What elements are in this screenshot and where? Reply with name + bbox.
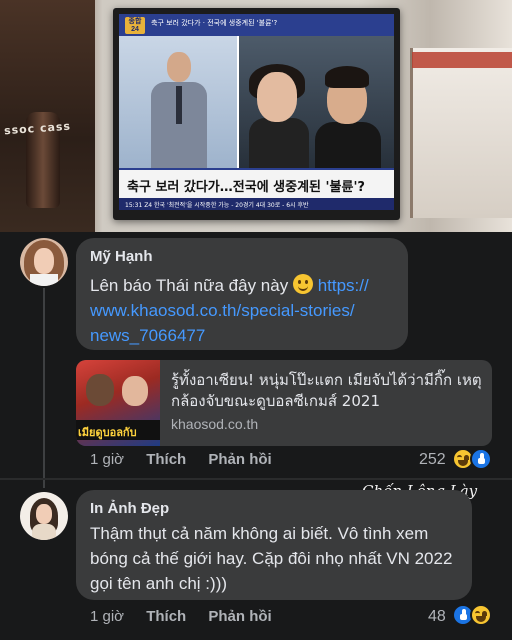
tv-man-hair [325, 66, 369, 88]
haha-icon [470, 604, 492, 626]
comment-link[interactable]: https:// [318, 276, 369, 295]
reaction-count[interactable]: 252 [419, 451, 446, 469]
comment-bubble: In Ảnh Đẹp Thậm thụt cả năm không ai biế… [76, 490, 472, 600]
link-preview-domain: khaosod.co.th [171, 416, 259, 432]
like-button[interactable]: Thích [146, 451, 186, 468]
tv-presenter [147, 52, 211, 168]
tv-topbar-text: 축구 보러 갔다가 · 전국에 생중계된 '불륜'? [151, 19, 278, 27]
photo-right-sign [410, 48, 512, 218]
reply-button[interactable]: Phản hồi [208, 608, 271, 625]
tv-ticker: 15:31 Z4 한국 '최전적'을 시작중한 가능 - 20경기 4대 30로… [119, 198, 394, 210]
tv-woman-body [249, 118, 309, 168]
reply-button[interactable]: Phản hồi [208, 451, 271, 468]
smile-emoji-icon [292, 274, 313, 294]
tv-caption: 축구 보러 갔다가…전국에 생중계된 '불륜'? [119, 168, 394, 198]
comment-link-line3[interactable]: news_7066477 [90, 326, 205, 345]
link-preview-title: รู้ทั้งอาเซียน! หนุ่มโป๊ะแตก เมียจับได้ว… [171, 371, 482, 410]
avatar[interactable] [20, 492, 68, 540]
photo-right-strip [412, 52, 512, 68]
reaction-count[interactable]: 48 [428, 608, 446, 626]
like-icon [470, 448, 492, 470]
link-preview-card[interactable]: เมียดูบอลกับ รู้ทั้งอาเซียน! หนุ่มโป๊ะแต… [76, 360, 492, 446]
comment-time[interactable]: 1 giờ [90, 451, 124, 468]
comment-author[interactable]: Mỹ Hạnh [90, 248, 394, 265]
comment-divider [0, 478, 512, 480]
comment-author[interactable]: In Ảnh Đẹp [90, 500, 458, 517]
attached-photo[interactable]: ssoc cass 종합 24 축구 보러 갔다가 · 전국에 생중계된 '불륜… [0, 0, 512, 232]
comment-actions: 1 giờ Thích Phản hồi [90, 608, 290, 625]
comment-time[interactable]: 1 giờ [90, 608, 124, 625]
tv-screen: 종합 24 축구 보러 갔다가 · 전국에 생중계된 '불륜'? 축구 보러 갔… [119, 14, 394, 210]
comments-section: Mỹ Hạnh Lên báo Thái nữa đây này https:/… [0, 232, 512, 640]
link-preview-image-caption: เมียดูบอลกับ [76, 420, 160, 440]
link-preview-image: เมียดูบอลกับ [76, 360, 160, 446]
tv-woman-face [257, 72, 297, 122]
comment-text: Lên báo Thái nữa đây này [90, 276, 289, 295]
comment-text: Thậm thụt cả năm không ai biết. Vô tình … [90, 524, 453, 593]
comment-link-line2[interactable]: www.khaosod.co.th/special-stories/ [90, 301, 355, 320]
avatar[interactable] [20, 238, 68, 286]
like-button[interactable]: Thích [146, 608, 186, 625]
tv-screen-frame: 종합 24 축구 보러 갔다가 · 전국에 생중계된 '불륜'? 축구 보러 갔… [113, 8, 400, 220]
tv-topbar: 종합 24 축구 보러 갔다가 · 전국에 생중계된 '불륜'? [119, 14, 394, 36]
tv-channel-logo: 종합 24 [125, 17, 145, 34]
tv-man-body [315, 122, 381, 168]
comment-actions: 1 giờ Thích Phản hồi [90, 451, 290, 468]
reply-thread-line [43, 288, 45, 488]
comment-bubble: Mỹ Hạnh Lên báo Thái nữa đây này https:/… [76, 238, 408, 350]
